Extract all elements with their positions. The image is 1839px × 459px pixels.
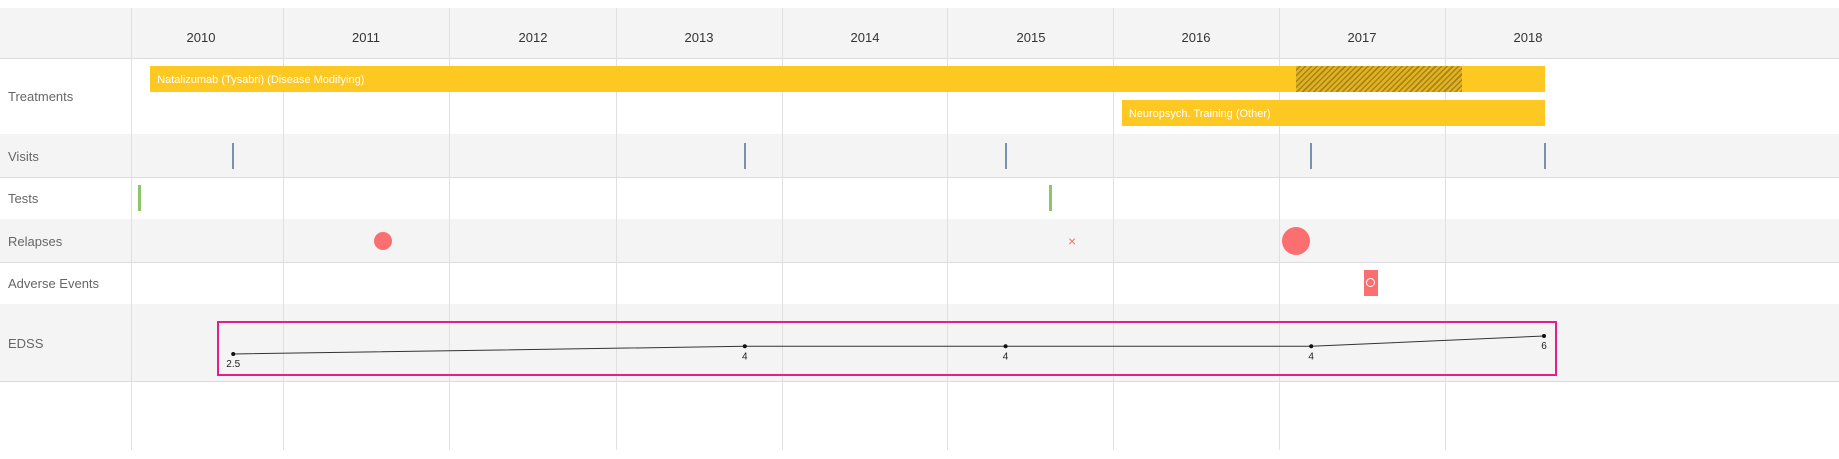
edss-point[interactable] — [742, 344, 747, 349]
edss-point[interactable] — [1542, 334, 1546, 338]
edss-point[interactable] — [1309, 344, 1314, 349]
edss-value-label: 6 — [1541, 341, 1547, 352]
edss-series-line — [233, 335, 1545, 355]
edss-value-label: 4 — [1308, 351, 1314, 362]
edss-value-label: 4 — [1003, 351, 1009, 362]
timeline-chart: 2010 2011 2012 2013 2014 2015 2016 2017 2018 Trea… — [0, 0, 1839, 459]
edss-point[interactable] — [231, 352, 236, 356]
edss-point[interactable] — [1003, 344, 1008, 349]
edss-value-label: 4 — [742, 351, 748, 362]
edss-line-chart: 2.5 4 4 4 6 — [226, 334, 1547, 370]
edss-value-label: 2.5 — [226, 359, 240, 370]
